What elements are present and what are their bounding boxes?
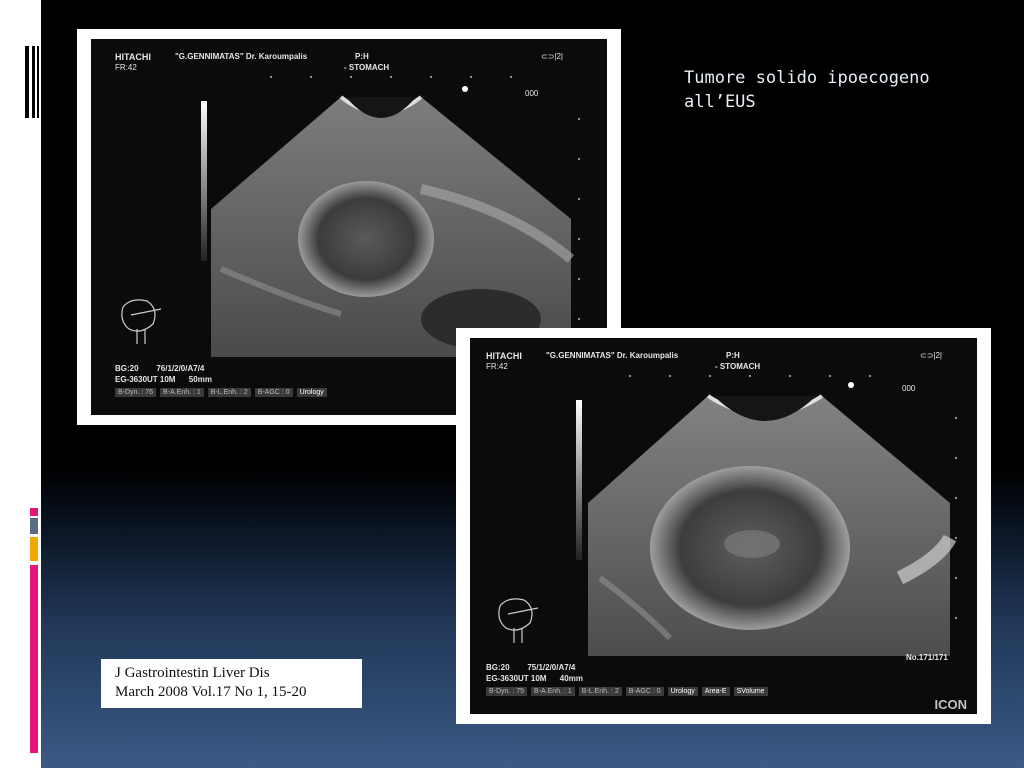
ultrasound-scan-2 [498,375,957,656]
document-stack-icon [21,42,41,122]
brand-label-1: HITACHI [115,52,151,62]
preset-row-1: B-Dyn. : 76 B-A.Enh. : 1 B-L.Enh. : 2 B-… [115,388,327,397]
settings-line2-2: EG-3630UT 10M 40mm [486,674,583,683]
settings-line1-2: BG:20 75/1/2/0/A7/4 [486,663,576,672]
ultrasound-screen-2: HITACHI FR:42 "G.GENNIMATAS" Dr. Karoump… [470,338,977,714]
probe-position-2: P:H [726,351,740,360]
institution-2: "G.GENNIMATAS" Dr. Karoumpalis [546,351,679,360]
preset-item: B-AGC : 0 [625,687,664,696]
organ-label-1: - STOMACH [344,63,390,72]
counter-1: 000 [525,89,539,98]
frame-rate-1: FR:42 [115,63,137,72]
frame-number-2: No.171/171 [906,653,948,662]
preset-item: SVolume [733,687,768,696]
preset-item: B-AGC : 0 [254,388,293,397]
frame-rate-2: FR:42 [486,362,508,371]
preset-item: B-Dyn. : 75 [486,687,528,696]
organ-label-2: - STOMACH [715,362,761,371]
probe-position-1: P:H [355,52,369,61]
accent-bar-pink [30,508,38,516]
accent-bar-slate [30,518,38,534]
settings-line2-1: EG-3630UT 10M 50mm [115,375,212,384]
icon-logo: ICON [934,697,968,712]
ultrasound-image-2: HITACHI FR:42 "G.GENNIMATAS" Dr. Karoump… [456,328,991,724]
brand-label-2: HITACHI [486,351,522,361]
preset-item: Urology [667,687,698,696]
preset-item: B-L.Enh. : 2 [207,388,251,397]
depth-marker-1: ⊂⊃|2| [541,52,564,61]
citation-line-1: J Gastrointestin Liver Dis [115,665,270,681]
preset-item: Area-E [701,687,730,696]
depth-marker-2: ⊂⊃|2| [920,351,943,360]
preset-item: B-L.Enh. : 2 [578,687,622,696]
preset-item: B-A.Enh. : 1 [160,388,204,397]
counter-2: 000 [902,384,916,393]
journal-citation: J Gastrointestin Liver Dis March 2008 Vo… [101,659,362,708]
accent-bar-yellow [30,537,38,561]
settings-line1-1: BG:20 76/1/2/0/A7/4 [115,364,205,373]
preset-item: Urology [296,388,327,397]
preset-item: B-A.Enh. : 1 [531,687,575,696]
institution-1: "G.GENNIMATAS" Dr. Karoumpalis [175,52,308,61]
preset-item: B-Dyn. : 76 [115,388,157,397]
accent-bar-magenta [30,565,38,753]
preset-row-2: B-Dyn. : 75 B-A.Enh. : 1 B-L.Enh. : 2 B-… [486,687,768,696]
slide-title: Tumore solido ipoecogeno all’EUS [684,68,930,112]
citation-line-2: March 2008 Vol.17 No 1, 15-20 [115,684,307,700]
